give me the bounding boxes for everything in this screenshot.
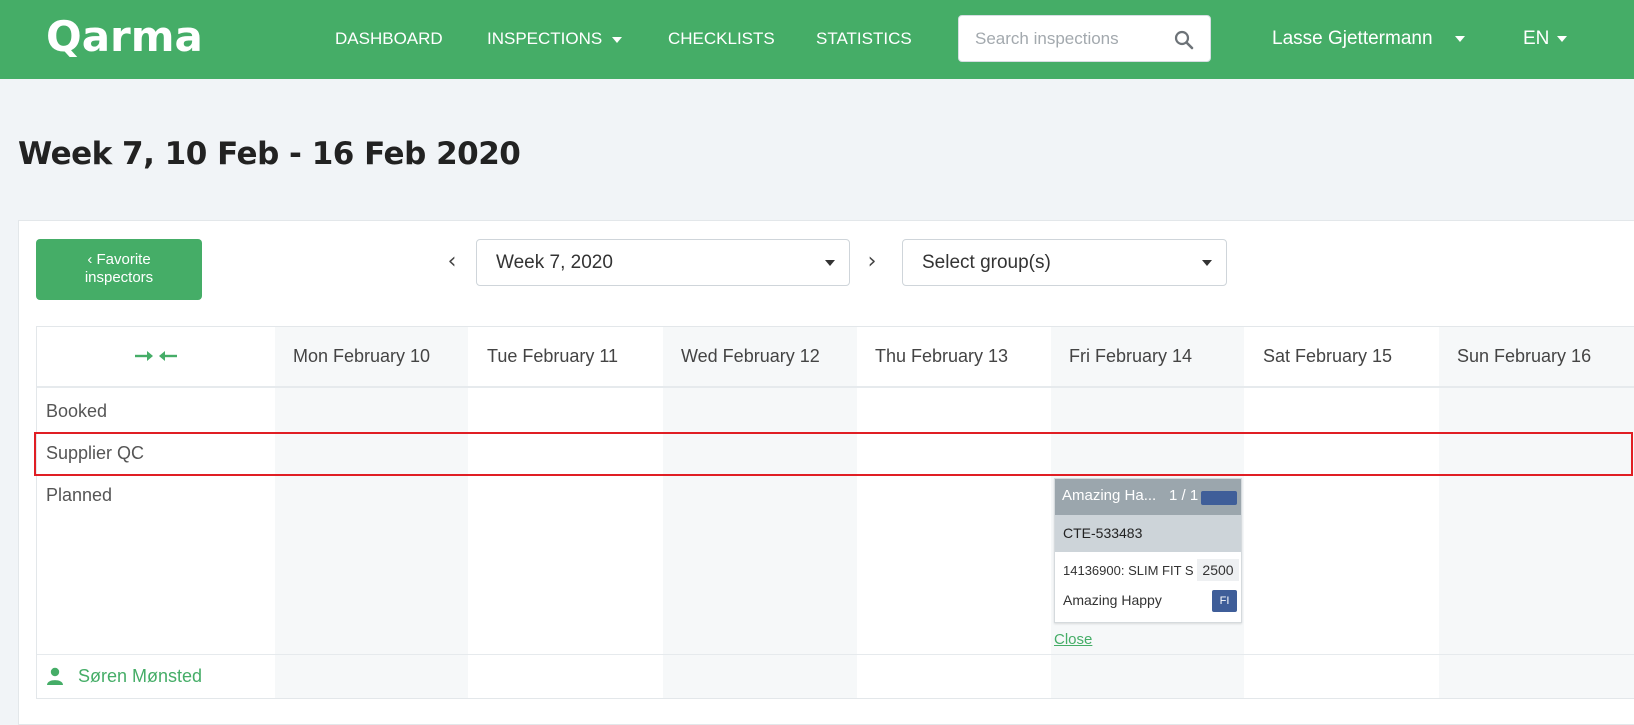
day-header-sun: Sun February 16 bbox=[1457, 346, 1592, 366]
top-navbar: Qarma DASHBOARD INSPECTIONS CHECKLISTS S… bbox=[0, 0, 1634, 79]
inspection-supplier: Amazing Happy bbox=[1063, 592, 1162, 608]
chevron-down-icon bbox=[1202, 260, 1212, 266]
favorite-label-line1: Favorite bbox=[96, 251, 151, 268]
week-select[interactable]: Week 7, 2020 bbox=[476, 239, 850, 286]
favorite-inspectors-button[interactable]: ‹ Favorite inspectors bbox=[36, 239, 202, 300]
next-week-button[interactable]: › bbox=[862, 250, 882, 274]
expand-collapse-arrows-icon[interactable] bbox=[133, 345, 179, 367]
close-link[interactable]: Close bbox=[1054, 631, 1092, 648]
search-icon[interactable] bbox=[1174, 30, 1194, 50]
language-menu[interactable]: EN bbox=[1523, 26, 1568, 52]
day-header-fri: Fri February 14 bbox=[1069, 346, 1193, 366]
day-header-tue: Tue February 11 bbox=[487, 346, 619, 366]
row-divider bbox=[37, 654, 1634, 655]
week-select-value: Week 7, 2020 bbox=[496, 252, 613, 273]
inspection-reference: CTE-533483 bbox=[1063, 525, 1143, 541]
chevron-down-icon bbox=[1557, 35, 1568, 42]
week-calendar: Mon February 10 Tue February 11 Wed Febr… bbox=[36, 326, 1634, 699]
supplier-qc-row-highlight bbox=[34, 432, 1633, 476]
language-label: EN bbox=[1523, 28, 1550, 49]
day-header-mon: Mon February 10 bbox=[293, 346, 431, 366]
inspection-card-title: Amazing Ha... bbox=[1062, 487, 1157, 504]
qarma-logo[interactable]: Qarma bbox=[46, 14, 203, 60]
nav-statistics[interactable]: STATISTICS bbox=[816, 26, 912, 52]
favorite-label-line2: inspectors bbox=[84, 269, 154, 286]
group-select-value: Select group(s) bbox=[922, 252, 1051, 273]
row-label-booked: Booked bbox=[46, 401, 108, 421]
search-box bbox=[958, 15, 1211, 62]
day-header-thu: Thu February 13 bbox=[875, 346, 1009, 366]
nav-checklists[interactable]: CHECKLISTS bbox=[668, 26, 775, 52]
inspection-card-header: Amazing Ha... 1 / 1 bbox=[1055, 479, 1241, 515]
nav-dashboard[interactable]: DASHBOARD bbox=[335, 26, 443, 52]
chevron-down-icon bbox=[825, 260, 835, 266]
search-input[interactable] bbox=[975, 26, 1165, 52]
inspection-item: 14136900: SLIM FIT SHIRT bbox=[1063, 563, 1193, 578]
user-name: Lasse Gjettermann bbox=[1272, 28, 1433, 49]
calendar-header-row: Mon February 10 Tue February 11 Wed Febr… bbox=[37, 327, 1634, 388]
page-title: Week 7, 10 Feb - 16 Feb 2020 bbox=[18, 136, 521, 172]
inspection-card-count: 1 / 1 bbox=[1169, 487, 1199, 504]
group-select[interactable]: Select group(s) bbox=[902, 239, 1227, 286]
inspection-reference-row: CTE-533483 bbox=[1055, 515, 1241, 552]
inspection-status-bar bbox=[1201, 491, 1237, 505]
inspection-quantity: 2500 bbox=[1197, 559, 1239, 581]
row-label-planned: Planned bbox=[46, 485, 113, 505]
nav-inspections[interactable]: INSPECTIONS bbox=[487, 26, 623, 52]
inspector-row-soren[interactable]: Søren Mønsted bbox=[46, 664, 202, 688]
user-menu[interactable]: Lasse Gjettermann bbox=[1272, 26, 1465, 52]
inspection-card[interactable]: Amazing Ha... 1 / 1 CTE-533483 14136900:… bbox=[1054, 478, 1242, 623]
previous-week-button[interactable]: ‹ bbox=[442, 250, 462, 274]
nav-inspections-label: INSPECTIONS bbox=[487, 29, 603, 48]
day-header-sat: Sat February 15 bbox=[1263, 346, 1393, 366]
chevron-down-icon bbox=[1454, 35, 1465, 42]
logo-text: Qarma bbox=[46, 12, 203, 61]
user-icon bbox=[47, 667, 63, 685]
inspection-type-badge: FI bbox=[1212, 590, 1237, 612]
inspector-name: Søren Mønsted bbox=[78, 665, 203, 686]
chevron-down-icon bbox=[612, 36, 623, 43]
day-header-wed: Wed February 12 bbox=[681, 346, 820, 366]
